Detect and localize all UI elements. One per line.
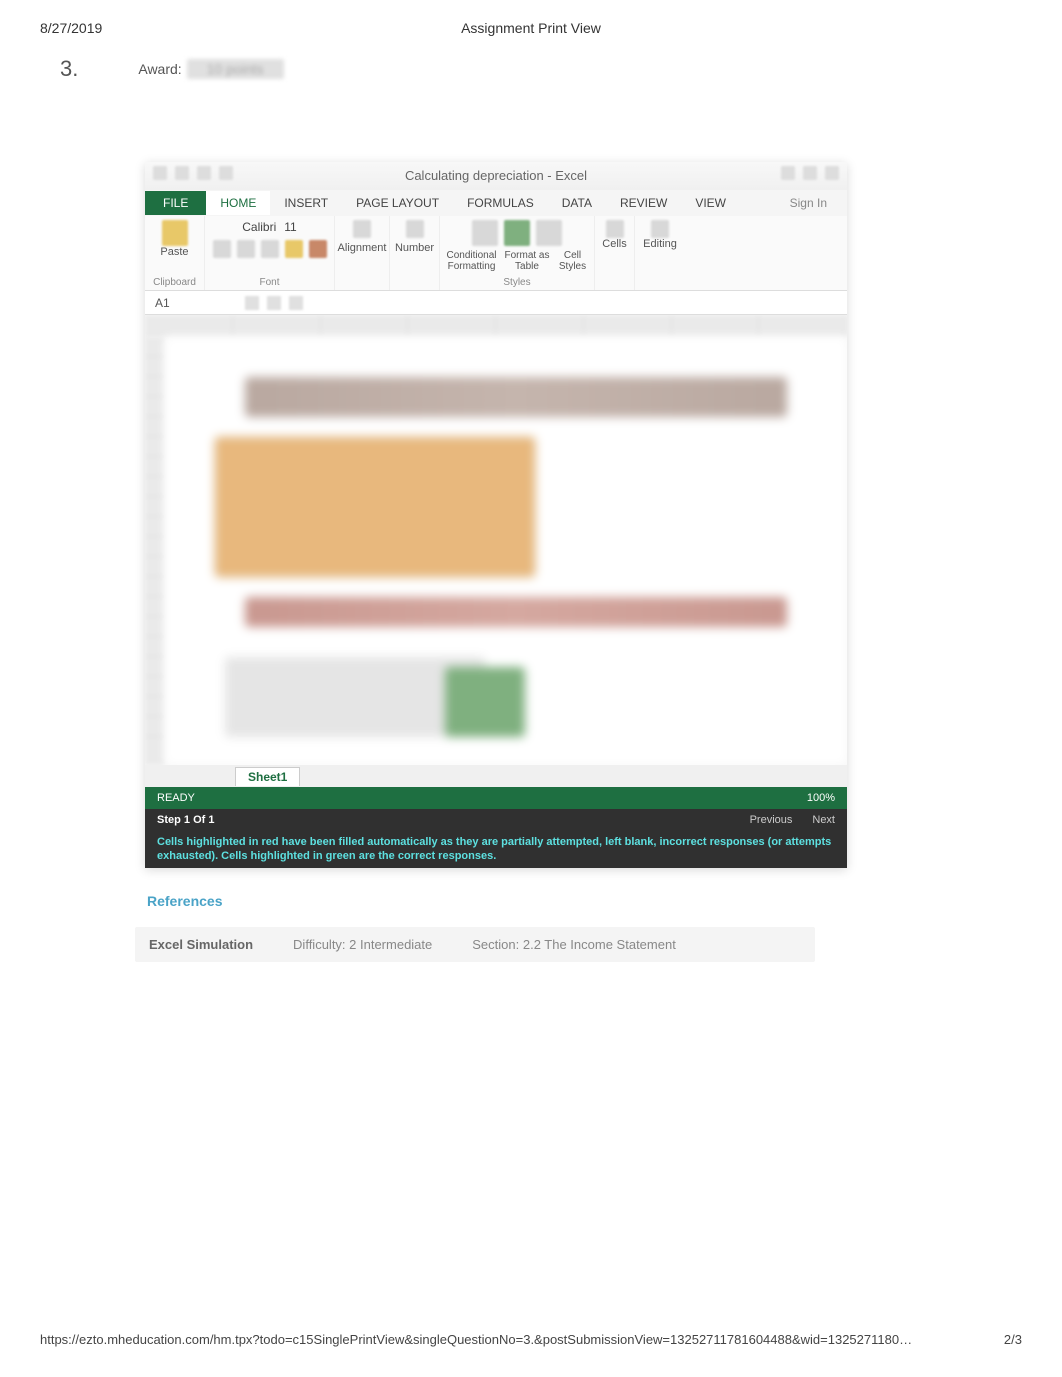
conditional-formatting-icon[interactable] (472, 220, 498, 246)
fx-icon[interactable] (289, 296, 303, 310)
number-format-icon[interactable] (406, 220, 424, 238)
paste-icon[interactable] (162, 220, 188, 246)
award-label: Award: (138, 61, 181, 77)
step-navigation-bar: Step 1 Of 1 Previous Next (145, 809, 847, 831)
sheet-tabs-bar: Sheet1 (145, 765, 847, 787)
cancel-formula-icon[interactable] (245, 296, 259, 310)
italic-icon[interactable] (237, 240, 255, 258)
window-titlebar: Calculating depreciation - Excel (145, 162, 847, 190)
print-date: 8/27/2019 (40, 20, 102, 36)
paste-label: Paste (160, 246, 188, 258)
question-number: 3. (60, 56, 78, 82)
fill-color-icon[interactable] (285, 240, 303, 258)
question-metadata: Excel Simulation Difficulty: 2 Intermedi… (135, 927, 815, 962)
bold-icon[interactable] (213, 240, 231, 258)
ribbon-content: Paste Clipboard Calibri 11 Font Alignmen… (145, 216, 847, 291)
footer-page-number: 2/3 (1004, 1332, 1022, 1347)
window-title: Calculating depreciation - Excel (405, 168, 587, 183)
previous-button[interactable]: Previous (750, 814, 793, 826)
tab-review[interactable]: REVIEW (606, 191, 681, 215)
undo-icon[interactable] (197, 166, 211, 180)
sign-in-link[interactable]: Sign In (790, 196, 837, 210)
underline-icon[interactable] (261, 240, 279, 258)
zoom-level[interactable]: 100% (807, 792, 835, 804)
excel-simulation-window: Calculating depreciation - Excel FILE HO… (145, 162, 847, 868)
status-ready: READY (157, 792, 195, 804)
styles-group-label: Styles (503, 277, 530, 288)
next-button[interactable]: Next (812, 814, 835, 826)
cells-label: Cells (602, 238, 626, 250)
spreadsheet-grid[interactable] (145, 315, 847, 765)
tab-view[interactable]: VIEW (681, 191, 740, 215)
sheet-tab-sheet1[interactable]: Sheet1 (235, 767, 300, 786)
page-title: Assignment Print View (461, 20, 601, 36)
footer-url: https://ezto.mheducation.com/hm.tpx?todo… (40, 1332, 912, 1347)
clipboard-group-label: Clipboard (153, 277, 196, 288)
references-link[interactable]: References (147, 893, 1062, 909)
cells-icon[interactable] (606, 220, 624, 238)
alignment-label: Alignment (338, 242, 387, 254)
font-name-select[interactable]: Calibri (242, 220, 276, 234)
tab-formulas[interactable]: FORMULAS (453, 191, 548, 215)
formula-bar-row: A1 (145, 291, 847, 315)
font-group-label: Font (259, 277, 279, 288)
conditional-formatting-label: Conditional Formatting (444, 250, 499, 272)
editing-icon[interactable] (651, 220, 669, 238)
award-value: 10 points (187, 59, 284, 79)
maximize-icon[interactable] (803, 166, 817, 180)
question-type: Excel Simulation (149, 937, 253, 952)
ribbon-tabs: FILE HOME INSERT PAGE LAYOUT FORMULAS DA… (145, 190, 847, 216)
cell-styles-icon[interactable] (536, 220, 562, 246)
name-box[interactable]: A1 (155, 296, 225, 310)
question-section: Section: 2.2 The Income Statement (472, 937, 676, 952)
tab-home[interactable]: HOME (206, 191, 270, 215)
info-message: Cells highlighted in red have been fille… (145, 831, 847, 868)
tab-data[interactable]: DATA (548, 191, 606, 215)
enter-formula-icon[interactable] (267, 296, 281, 310)
redo-icon[interactable] (219, 166, 233, 180)
step-indicator: Step 1 Of 1 (157, 814, 214, 826)
excel-icon (153, 166, 167, 180)
save-icon[interactable] (175, 166, 189, 180)
tab-page-layout[interactable]: PAGE LAYOUT (342, 191, 453, 215)
tab-file[interactable]: FILE (145, 191, 206, 215)
sheet-cells[interactable] (165, 337, 847, 765)
format-as-table-label: Format as Table (503, 250, 551, 272)
tab-insert[interactable]: INSERT (270, 191, 342, 215)
number-label: Number (395, 242, 434, 254)
font-color-icon[interactable] (309, 240, 327, 258)
cell-styles-label: Cell Styles (555, 250, 590, 272)
editing-label: Editing (643, 238, 677, 250)
font-size-select[interactable]: 11 (284, 220, 296, 234)
status-bar: READY 100% (145, 787, 847, 809)
close-icon[interactable] (825, 166, 839, 180)
question-difficulty: Difficulty: 2 Intermediate (293, 937, 432, 952)
minimize-icon[interactable] (781, 166, 795, 180)
align-icon[interactable] (353, 220, 371, 238)
format-as-table-icon[interactable] (504, 220, 530, 246)
